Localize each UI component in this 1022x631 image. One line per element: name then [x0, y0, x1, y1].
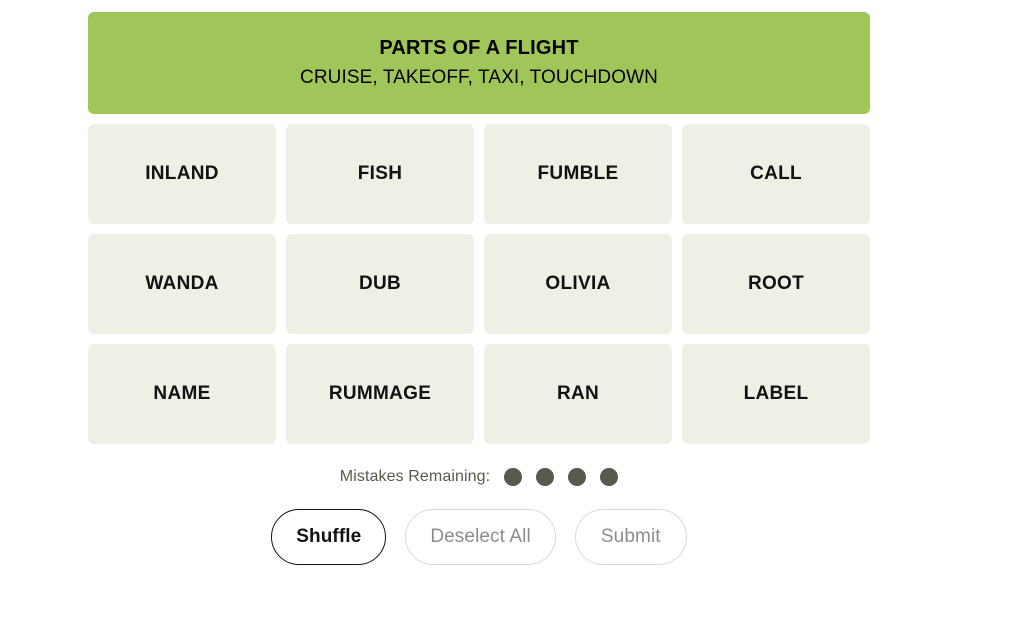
word-tile-grid: INLAND FISH FUMBLE CALL WANDA DUB OLIVIA…	[88, 124, 870, 444]
deselect-all-button[interactable]: Deselect All	[405, 509, 556, 565]
connections-game-board: PARTS OF A FLIGHT CRUISE, TAKEOFF, TAXI,…	[88, 12, 870, 565]
mistakes-remaining-label: Mistakes Remaining:	[339, 468, 491, 485]
action-buttons: Shuffle Deselect All Submit	[88, 509, 870, 565]
word-tile[interactable]: NAME	[88, 344, 276, 444]
word-tile[interactable]: FUMBLE	[484, 124, 672, 224]
mistakes-dots	[504, 468, 619, 486]
mistake-dot	[504, 468, 523, 486]
word-tile[interactable]: OLIVIA	[484, 234, 672, 334]
word-tile[interactable]: LABEL	[682, 344, 870, 444]
word-tile[interactable]: FISH	[286, 124, 474, 224]
word-tile[interactable]: ROOT	[682, 234, 870, 334]
word-tile[interactable]: DUB	[286, 234, 474, 334]
mistake-dot	[568, 468, 587, 486]
submit-button[interactable]: Submit	[574, 509, 687, 565]
mistake-dot	[536, 468, 555, 486]
mistake-dot	[600, 468, 619, 486]
shuffle-button[interactable]: Shuffle	[271, 509, 387, 565]
word-tile[interactable]: CALL	[682, 124, 870, 224]
word-tile[interactable]: RUMMAGE	[286, 344, 474, 444]
word-tile[interactable]: WANDA	[88, 234, 276, 334]
word-tile[interactable]: INLAND	[88, 124, 276, 224]
solved-category-banner: PARTS OF A FLIGHT CRUISE, TAKEOFF, TAXI,…	[88, 12, 870, 114]
solved-category-words: CRUISE, TAKEOFF, TAXI, TOUCHDOWN	[300, 66, 658, 88]
mistakes-remaining-row: Mistakes Remaining:	[88, 466, 870, 488]
solved-category-title: PARTS OF A FLIGHT	[379, 36, 579, 59]
word-tile[interactable]: RAN	[484, 344, 672, 444]
